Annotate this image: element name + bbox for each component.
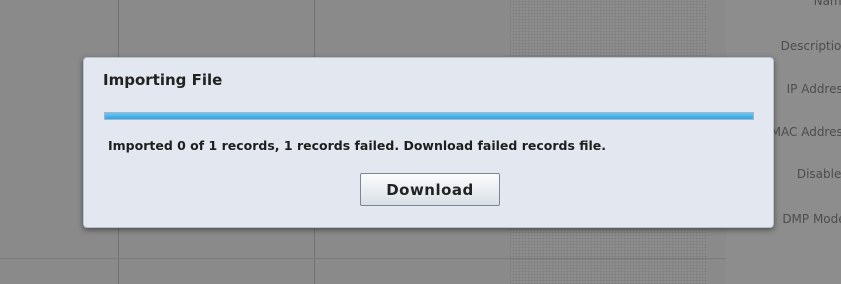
form-label-ip-address: IP Address bbox=[786, 82, 841, 96]
dialog-title: Importing File bbox=[103, 71, 223, 89]
form-label-mac-address: MAC Address bbox=[770, 125, 841, 139]
download-failed-records-button[interactable]: Download bbox=[360, 173, 500, 206]
import-status-message: Imported 0 of 1 records, 1 records faile… bbox=[108, 138, 607, 153]
form-label-name: Name bbox=[813, 0, 841, 8]
background-divider bbox=[0, 258, 726, 259]
form-label-description: Description bbox=[780, 39, 841, 53]
progress-bar-fill bbox=[105, 113, 753, 119]
import-progress-dialog: Importing File Imported 0 of 1 records, … bbox=[83, 57, 774, 228]
form-label-dmp-model: DMP Model bbox=[782, 212, 841, 226]
form-label-disabled: Disabled bbox=[796, 167, 841, 181]
import-progress-bar bbox=[104, 112, 754, 120]
